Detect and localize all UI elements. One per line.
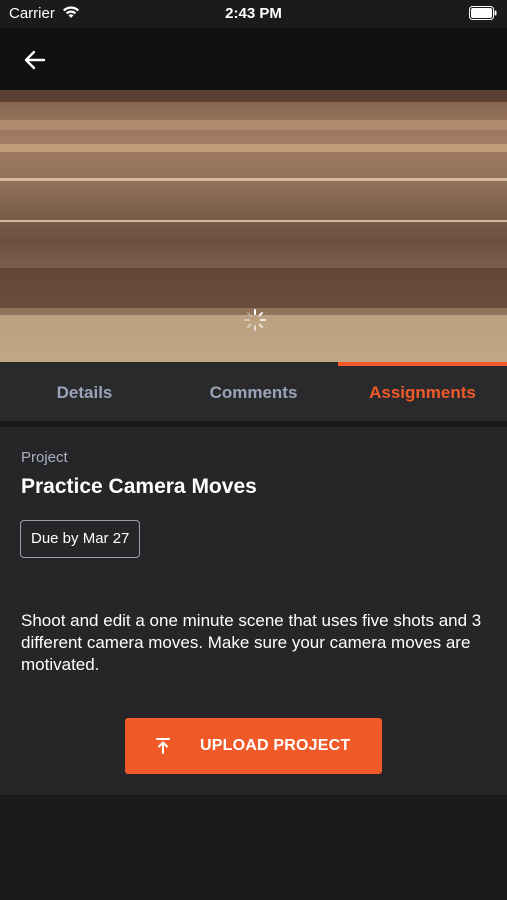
video-player[interactable] [0,90,507,364]
loading-spinner-icon [243,308,267,337]
tab-assignments[interactable]: Assignments [338,366,507,422]
due-date-badge: Due by Mar 27 [20,520,141,558]
upload-icon [154,737,172,760]
video-frame-band [0,178,507,181]
tab-comments[interactable]: Comments [169,366,338,422]
project-title: Practice Camera Moves [21,475,257,498]
bottom-area [0,795,507,900]
video-frame-band [0,268,507,308]
project-description: Shoot and edit a one minute scene that u… [21,611,482,674]
tab-details[interactable]: Details [0,366,169,422]
arrow-left-icon [20,50,50,79]
back-button[interactable] [20,45,50,75]
upload-project-label: UPLOAD PROJECT [200,737,351,754]
project-kicker: Project [21,449,68,466]
video-frame-band [0,120,507,130]
video-frame-band [0,220,507,222]
video-frame-band [0,144,507,152]
status-bar: Carrier 2:43 PM [0,0,507,28]
status-time: 2:43 PM [225,5,282,22]
upload-project-button[interactable]: UPLOAD PROJECT [125,718,382,774]
nav-bar [0,28,507,90]
battery-icon [469,6,497,24]
video-frame-band [0,90,507,102]
tab-bar: Details Comments Assignments [0,366,507,422]
